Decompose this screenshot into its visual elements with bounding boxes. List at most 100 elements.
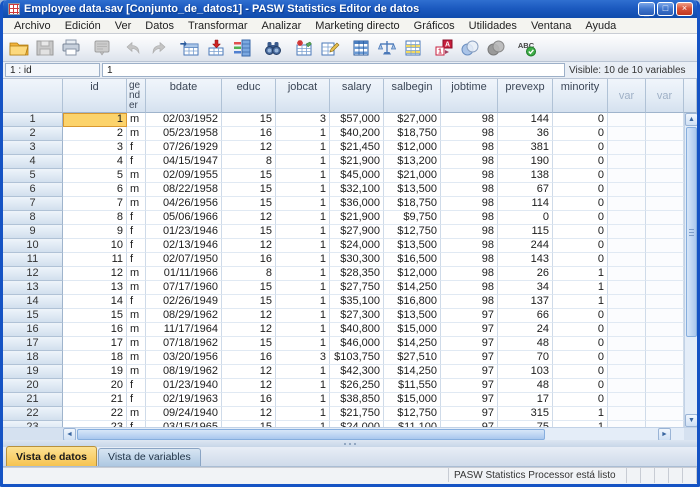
cell-id-row14[interactable]: 14 xyxy=(63,295,127,309)
cell-var-row8[interactable] xyxy=(608,211,646,225)
cell-salbegin-row1[interactable]: $27,000 xyxy=(384,113,441,127)
cell-var-row15[interactable] xyxy=(646,309,684,323)
scroll-left-button[interactable]: ◄ xyxy=(63,428,76,440)
cell-prevexp-row4[interactable]: 190 xyxy=(498,155,553,169)
cell-prevexp-row1[interactable]: 144 xyxy=(498,113,553,127)
menu-item-ventana[interactable]: Ventana xyxy=(524,19,578,33)
cell-jobtime-row16[interactable]: 97 xyxy=(441,323,498,337)
cell-editor-input[interactable]: 1 xyxy=(102,63,565,77)
cell-salbegin-row9[interactable]: $12,750 xyxy=(384,225,441,239)
row-header-3[interactable]: 3 xyxy=(3,141,63,155)
cell-educ-row12[interactable]: 8 xyxy=(222,267,276,281)
row-header-11[interactable]: 11 xyxy=(3,253,63,267)
cell-bdate-row10[interactable]: 02/13/1946 xyxy=(146,239,222,253)
row-header-10[interactable]: 10 xyxy=(3,239,63,253)
cell-salbegin-row19[interactable]: $14,250 xyxy=(384,365,441,379)
column-header-jobcat[interactable]: jobcat xyxy=(276,79,330,113)
cell-var-row10[interactable] xyxy=(646,239,684,253)
cell-salary-row2[interactable]: $40,200 xyxy=(330,127,384,141)
cell-bdate-row12[interactable]: 01/11/1966 xyxy=(146,267,222,281)
cell-id-row13[interactable]: 13 xyxy=(63,281,127,295)
cell-gender-row7[interactable]: m xyxy=(127,197,146,211)
cell-jobcat-row6[interactable]: 1 xyxy=(276,183,330,197)
cell-educ-row15[interactable]: 12 xyxy=(222,309,276,323)
menu-item-marketing-directo[interactable]: Marketing directo xyxy=(308,19,406,33)
cell-id-row5[interactable]: 5 xyxy=(63,169,127,183)
show-all-variables-button[interactable] xyxy=(483,36,509,60)
cell-minority-row12[interactable]: 1 xyxy=(553,267,608,281)
cell-minority-row18[interactable]: 0 xyxy=(553,351,608,365)
cell-minority-row8[interactable]: 0 xyxy=(553,211,608,225)
cell-var-row10[interactable] xyxy=(608,239,646,253)
cell-minority-row3[interactable]: 0 xyxy=(553,141,608,155)
cell-var-row22[interactable] xyxy=(646,407,684,421)
cell-prevexp-row5[interactable]: 138 xyxy=(498,169,553,183)
cell-jobcat-row22[interactable]: 1 xyxy=(276,407,330,421)
cell-salbegin-row7[interactable]: $18,750 xyxy=(384,197,441,211)
row-header-5[interactable]: 5 xyxy=(3,169,63,183)
cell-jobtime-row13[interactable]: 98 xyxy=(441,281,498,295)
cell-var-row4[interactable] xyxy=(608,155,646,169)
cell-salary-row5[interactable]: $45,000 xyxy=(330,169,384,183)
row-header-12[interactable]: 12 xyxy=(3,267,63,281)
row-header-20[interactable]: 20 xyxy=(3,379,63,393)
cell-bdate-row5[interactable]: 02/09/1955 xyxy=(146,169,222,183)
cell-minority-row2[interactable]: 0 xyxy=(553,127,608,141)
cell-salbegin-row3[interactable]: $12,000 xyxy=(384,141,441,155)
cell-var-row9[interactable] xyxy=(608,225,646,239)
cell-id-row3[interactable]: 3 xyxy=(63,141,127,155)
cell-jobtime-row2[interactable]: 98 xyxy=(441,127,498,141)
cell-var-row4[interactable] xyxy=(646,155,684,169)
scroll-down-button[interactable]: ▼ xyxy=(685,414,697,427)
scroll-right-button[interactable]: ► xyxy=(658,428,671,440)
cell-id-row18[interactable]: 18 xyxy=(63,351,127,365)
cell-var-row2[interactable] xyxy=(608,127,646,141)
horizontal-scroll-thumb[interactable] xyxy=(77,429,545,440)
cell-jobcat-row1[interactable]: 3 xyxy=(276,113,330,127)
row-header-21[interactable]: 21 xyxy=(3,393,63,407)
go-to-variable-button[interactable] xyxy=(203,36,229,60)
cell-jobcat-row15[interactable]: 1 xyxy=(276,309,330,323)
cell-minority-row6[interactable]: 0 xyxy=(553,183,608,197)
cell-salary-row22[interactable]: $21,750 xyxy=(330,407,384,421)
cell-bdate-row13[interactable]: 07/17/1960 xyxy=(146,281,222,295)
scroll-up-button[interactable]: ▲ xyxy=(685,113,697,126)
tab-data-view[interactable]: Vista de datos xyxy=(6,446,97,466)
cell-educ-row2[interactable]: 16 xyxy=(222,127,276,141)
cell-var-row1[interactable] xyxy=(608,113,646,127)
cell-bdate-row4[interactable]: 04/15/1947 xyxy=(146,155,222,169)
cell-gender-row13[interactable]: m xyxy=(127,281,146,295)
cell-jobtime-row10[interactable]: 98 xyxy=(441,239,498,253)
cell-gender-row16[interactable]: m xyxy=(127,323,146,337)
cell-educ-row16[interactable]: 12 xyxy=(222,323,276,337)
cell-jobcat-row21[interactable]: 1 xyxy=(276,393,330,407)
cell-minority-row21[interactable]: 0 xyxy=(553,393,608,407)
cell-educ-row1[interactable]: 15 xyxy=(222,113,276,127)
find-button[interactable] xyxy=(260,36,286,60)
row-header-16[interactable]: 16 xyxy=(3,323,63,337)
column-header-var-2[interactable]: var xyxy=(646,79,684,113)
column-header-educ[interactable]: educ xyxy=(222,79,276,113)
grid-corner-cell[interactable] xyxy=(3,79,63,113)
cell-gender-row15[interactable]: m xyxy=(127,309,146,323)
cell-gender-row17[interactable]: m xyxy=(127,337,146,351)
recall-dialogs-button[interactable] xyxy=(89,36,115,60)
cell-educ-row6[interactable]: 15 xyxy=(222,183,276,197)
cell-gender-row20[interactable]: f xyxy=(127,379,146,393)
cell-id-row1[interactable]: 1 xyxy=(63,113,127,127)
cell-var-row18[interactable] xyxy=(608,351,646,365)
row-header-15[interactable]: 15 xyxy=(3,309,63,323)
maximize-button[interactable]: □ xyxy=(657,2,674,16)
cell-salary-row21[interactable]: $38,850 xyxy=(330,393,384,407)
cell-educ-row5[interactable]: 15 xyxy=(222,169,276,183)
pane-splitter[interactable] xyxy=(3,440,697,447)
row-header-14[interactable]: 14 xyxy=(3,295,63,309)
cell-prevexp-row16[interactable]: 24 xyxy=(498,323,553,337)
cell-id-row11[interactable]: 11 xyxy=(63,253,127,267)
split-file-button[interactable] xyxy=(348,36,374,60)
cell-salbegin-row13[interactable]: $14,250 xyxy=(384,281,441,295)
row-header-13[interactable]: 13 xyxy=(3,281,63,295)
cell-prevexp-row9[interactable]: 115 xyxy=(498,225,553,239)
cell-gender-row2[interactable]: m xyxy=(127,127,146,141)
cell-jobtime-row14[interactable]: 98 xyxy=(441,295,498,309)
